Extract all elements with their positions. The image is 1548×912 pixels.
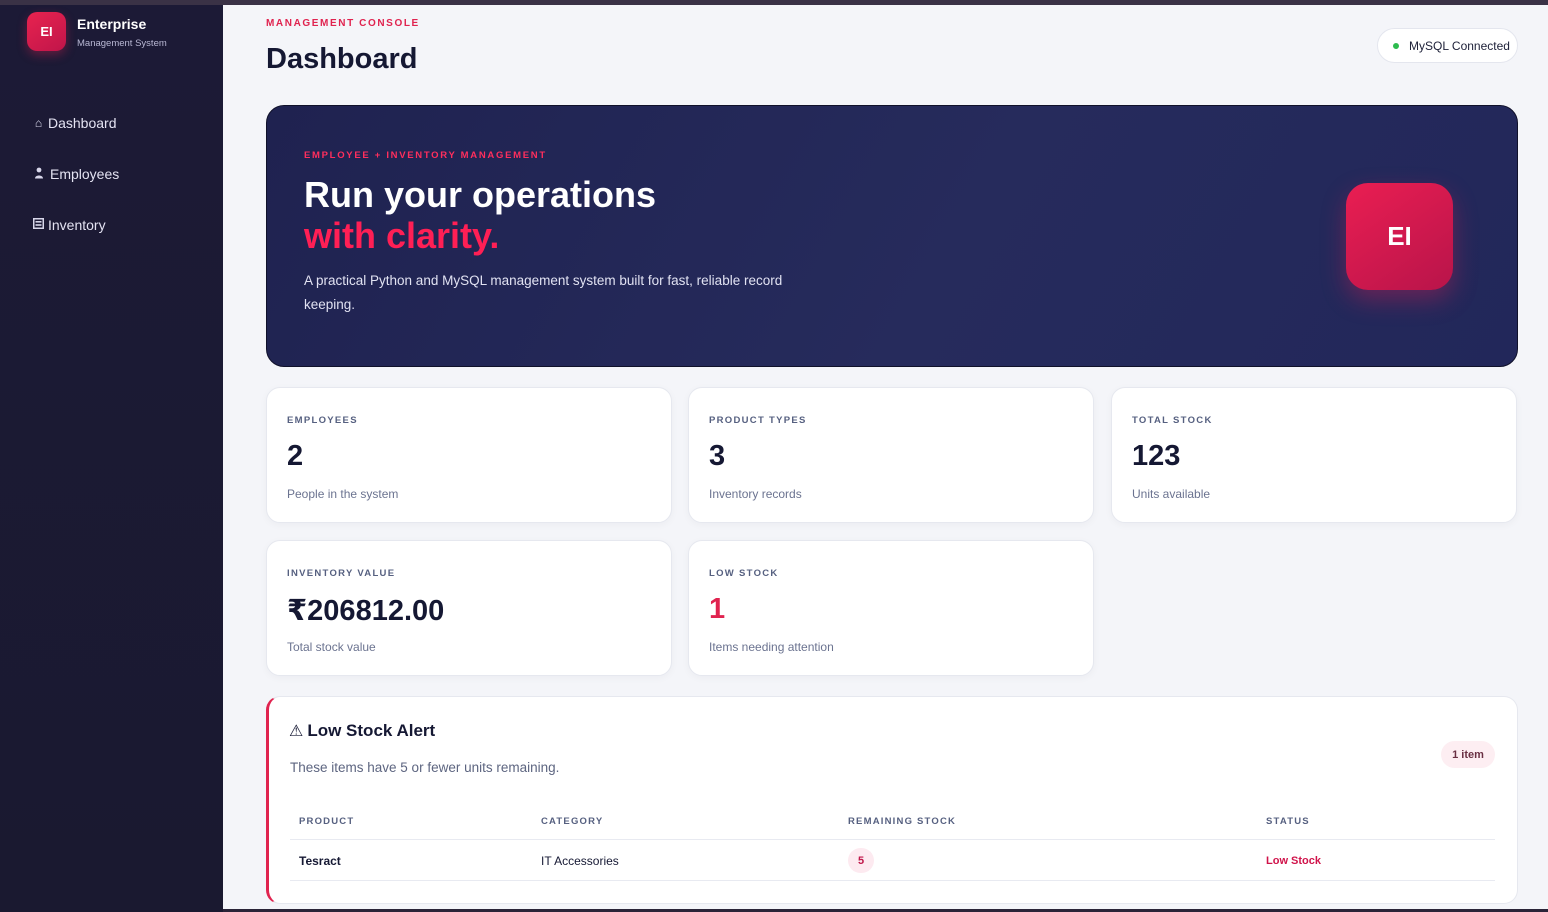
sidebar-item-employees[interactable]: Employees	[32, 164, 119, 184]
column-header-remaining-stock: REMAINING STOCK	[848, 816, 957, 827]
hero-eyebrow: EMPLOYEE + INVENTORY MANAGEMENT	[304, 150, 547, 161]
stat-label: INVENTORY VALUE	[287, 568, 396, 579]
stat-card-total-stock: TOTAL STOCK 123 Units available	[1111, 387, 1517, 523]
stat-label: EMPLOYEES	[287, 415, 358, 426]
alert-title-text: Low Stock Alert	[307, 721, 436, 740]
hero-logo: EI	[1346, 183, 1453, 290]
stat-card-inventory-value: INVENTORY VALUE ₹206812.00 Total stock v…	[266, 540, 672, 676]
warning-icon: ⚠	[289, 723, 304, 740]
cell-status: Low Stock	[1266, 855, 1322, 867]
column-header-product: PRODUCT	[299, 816, 355, 827]
sidebar-item-label: Inventory	[48, 217, 106, 233]
sidebar-item-label: Employees	[50, 166, 120, 182]
box-icon	[32, 218, 45, 232]
column-header-category: CATEGORY	[541, 816, 604, 827]
alert-title: ⚠ Low Stock Alert	[289, 721, 435, 741]
user-icon	[32, 167, 45, 182]
low-stock-table: PRODUCT CATEGORY REMAINING STOCK STATUS …	[290, 807, 1495, 881]
page-eyebrow: MANAGEMENT CONSOLE	[266, 18, 420, 29]
low-stock-alert-panel: ⚠ Low Stock Alert These items have 5 or …	[266, 696, 1518, 904]
stat-value: 1	[709, 593, 726, 625]
sidebar-item-label: Dashboard	[48, 115, 117, 131]
db-status-text: MySQL Connected	[1409, 38, 1510, 53]
column-header-status: STATUS	[1266, 816, 1310, 827]
hero-title-line2: with clarity.	[304, 215, 500, 256]
db-status-badge: MySQL Connected	[1377, 28, 1518, 63]
stat-value: 3	[709, 440, 726, 472]
stat-subtext: Total stock value	[287, 640, 376, 654]
brand-subtitle: Management System	[77, 38, 167, 49]
brand: EI Enterprise Management System	[27, 12, 167, 51]
stat-subtext: Units available	[1132, 487, 1211, 501]
page-title: Dashboard	[266, 43, 418, 75]
stat-card-employees: EMPLOYEES 2 People in the system	[266, 387, 672, 523]
stat-value: ₹206812.00	[287, 595, 445, 627]
alert-count-badge: 1 item	[1441, 741, 1495, 768]
hero-banner: EMPLOYEE + INVENTORY MANAGEMENT Run your…	[266, 105, 1518, 367]
stat-card-product-types: PRODUCT TYPES 3 Inventory records	[688, 387, 1094, 523]
cell-product: Tesract	[299, 854, 341, 868]
stat-subtext: People in the system	[287, 487, 399, 501]
stat-label: PRODUCT TYPES	[709, 415, 807, 426]
stat-value: 123	[1132, 440, 1181, 472]
hero-description: A practical Python and MySQL management …	[304, 273, 783, 312]
stat-label: LOW STOCK	[709, 568, 779, 579]
sidebar-nav: ⌂ Dashboard Employees Inventory	[32, 113, 119, 266]
alert-description: These items have 5 or fewer units remain…	[290, 760, 560, 775]
brand-text: Enterprise Management System	[77, 12, 167, 49]
main-content: MANAGEMENT CONSOLE Dashboard MySQL Conne…	[223, 5, 1548, 909]
brand-name: Enterprise	[77, 16, 147, 32]
status-dot-icon	[1393, 42, 1399, 49]
stat-subtext: Items needing attention	[709, 640, 834, 654]
home-icon: ⌂	[34, 116, 43, 130]
stat-card-low-stock: LOW STOCK 1 Items needing attention	[688, 540, 1094, 676]
stat-value: 2	[287, 440, 304, 472]
stat-subtext: Inventory records	[709, 487, 802, 501]
table-header: PRODUCT CATEGORY REMAINING STOCK STATUS	[290, 807, 1495, 840]
stat-label: TOTAL STOCK	[1132, 415, 1213, 426]
sidebar-item-dashboard[interactable]: ⌂ Dashboard	[32, 113, 119, 133]
hero-title-line1: Run your operations	[304, 174, 657, 215]
table-row[interactable]: Tesract IT Accessories 5 Low Stock	[290, 840, 1495, 881]
brand-logo: EI	[27, 12, 66, 51]
cell-category: IT Accessories	[541, 854, 619, 868]
cell-remaining-stock: 5	[848, 848, 874, 873]
sidebar-item-inventory[interactable]: Inventory	[32, 215, 119, 235]
sidebar: EI Enterprise Management System ⌂ Dashbo…	[0, 5, 223, 912]
